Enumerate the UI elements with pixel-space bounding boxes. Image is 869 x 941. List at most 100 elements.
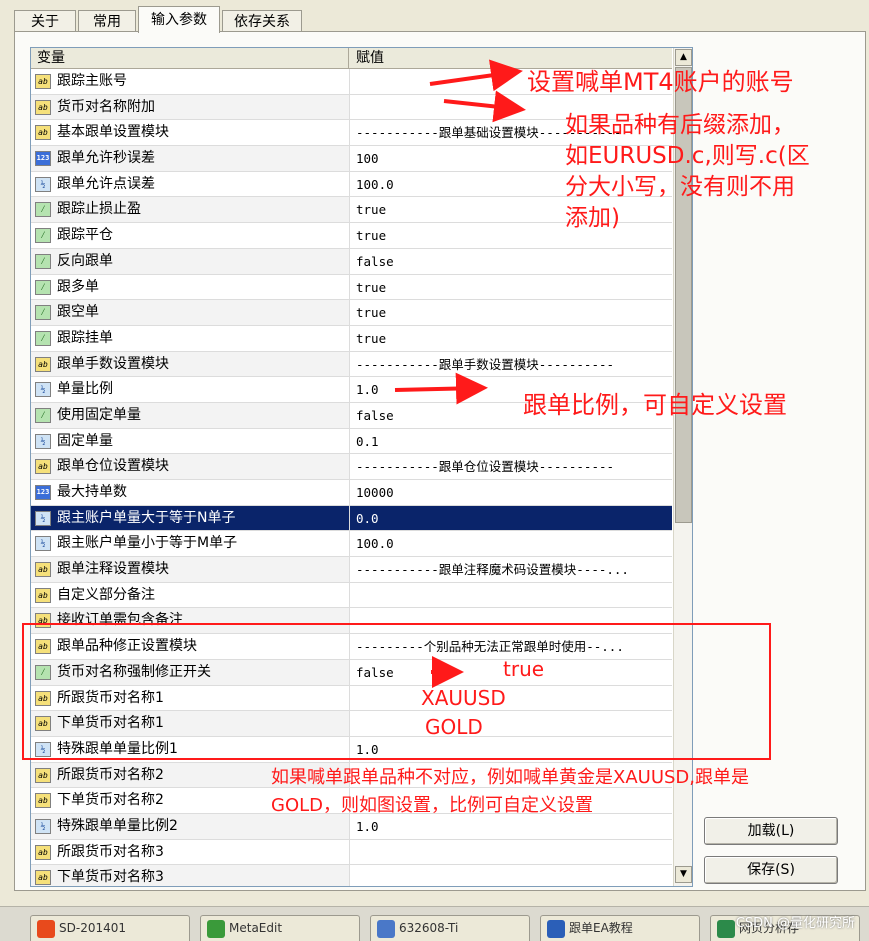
type-bool-icon: ⁄ [35, 330, 51, 346]
value-cell[interactable]: -----------跟单仓位设置模块---------- [356, 454, 668, 479]
variable-cell[interactable]: 123 最大持单数 [31, 480, 350, 505]
variable-cell[interactable]: ab 跟踪主账号 [31, 69, 350, 94]
variable-name: 跟单手数设置模块 [57, 355, 169, 372]
variable-name: 下单货币对名称3 [57, 869, 164, 886]
variable-cell[interactable]: ab 下单货币对名称3 [31, 865, 350, 886]
taskbar-item-2[interactable]: MetaEdit [200, 915, 360, 941]
tab-about[interactable]: 关于 [14, 10, 76, 32]
variable-cell[interactable]: ⁄ 反向跟单 [31, 248, 350, 274]
variable-name: 跟踪平仓 [57, 227, 113, 244]
value-cell[interactable]: 100.0 [356, 531, 668, 556]
type-dbl-icon: ½ [35, 176, 51, 192]
variable-cell[interactable]: ab 自定义部分备注 [31, 582, 350, 608]
type-ab-icon: ab [35, 74, 51, 89]
load-button[interactable]: 加载(L) [704, 817, 838, 845]
variable-cell[interactable]: ab 所跟货币对名称3 [31, 839, 350, 865]
value-cell[interactable]: 0.0 [356, 506, 668, 531]
type-ab-icon: ab [35, 125, 51, 141]
variable-name: 最大持单数 [57, 484, 127, 500]
type-dbl-icon: ½ [35, 818, 51, 834]
variable-cell[interactable]: ab 基本跟单设置模块 [31, 120, 350, 146]
value-cell[interactable]: true [356, 275, 668, 300]
type-bool-icon: ⁄ [35, 305, 51, 321]
variable-cell[interactable]: ⁄ 跟多单 [31, 274, 350, 300]
type-ab-icon: ab [35, 562, 51, 578]
type-ab-icon: ab [35, 793, 51, 809]
table-row[interactable]: ab 所跟货币对名称3 [31, 839, 672, 866]
variable-name: 固定单量 [57, 432, 113, 449]
table-row[interactable]: ab 自定义部分备注 [31, 582, 672, 609]
table-row[interactable]: ½ 跟主账户单量小于等于M单子 100.0 [31, 531, 672, 558]
variable-name: 使用固定单量 [57, 406, 141, 423]
variable-cell[interactable]: ⁄ 跟踪平仓 [31, 223, 350, 248]
variable-name: 所跟货币对名称2 [57, 766, 164, 783]
highlight-box [22, 623, 771, 760]
variable-cell[interactable]: ⁄ 使用固定单量 [31, 402, 350, 428]
table-row[interactable]: ½ 固定单量 0.1 [31, 428, 672, 455]
variable-cell[interactable]: ⁄ 跟踪挂单 [31, 325, 350, 351]
tab-inputs[interactable]: 输入参数 [138, 6, 220, 33]
variable-cell[interactable]: ½ 跟单允许点误差 [31, 171, 350, 197]
watermark: CSDN @量化研究所 [735, 916, 855, 931]
value-cell[interactable]: false [356, 249, 668, 274]
table-row[interactable]: 123 最大持单数 10000 [31, 480, 672, 506]
type-bool-icon: ⁄ [35, 253, 51, 269]
variable-name: 所跟货币对名称3 [57, 843, 164, 860]
type-ab-icon: ab [35, 356, 51, 372]
variable-cell[interactable]: ½ 固定单量 [31, 428, 350, 454]
value-cell[interactable]: true [356, 300, 668, 325]
variable-cell[interactable]: ab 货币对名称附加 [31, 94, 350, 120]
app-icon [717, 919, 735, 938]
variable-cell[interactable]: ab 跟单手数设置模块 [31, 351, 350, 377]
variable-name: 货币对名称附加 [57, 98, 155, 115]
tab-common[interactable]: 常用 [78, 10, 136, 32]
app-icon [37, 919, 55, 938]
column-header-variable[interactable]: 变量 [31, 48, 349, 68]
type-bool-icon: ⁄ [35, 228, 51, 244]
variable-cell[interactable]: ab 跟单注释设置模块 [31, 557, 350, 582]
variable-cell[interactable]: ab 跟单仓位设置模块 [31, 454, 350, 479]
type-ab-icon: ab [35, 767, 51, 783]
type-ab-icon: ab [35, 844, 51, 860]
table-row[interactable]: ab 跟单仓位设置模块 -----------跟单仓位设置模块---------- [31, 454, 672, 480]
taskbar-item-3[interactable]: 632608-Ti [370, 915, 530, 941]
type-ab-icon: ab [35, 459, 51, 475]
variable-name: 跟主账户单量大于等于N单子 [57, 509, 236, 526]
table-row[interactable]: ⁄ 跟多单 true [31, 274, 672, 301]
variable-cell[interactable]: ½ 跟主账户单量大于等于N单子 [31, 505, 350, 531]
value-cell[interactable]: 0.1 [356, 429, 668, 454]
variable-cell[interactable]: ½ 单量比例 [31, 377, 350, 402]
type-bool-icon: ⁄ [35, 202, 51, 218]
scroll-down-arrow-icon[interactable]: ▼ [675, 866, 692, 883]
variable-name: 下单货币对名称2 [57, 792, 164, 809]
word-icon [547, 919, 565, 938]
variable-cell[interactable]: ½ 跟主账户单量小于等于M单子 [31, 531, 350, 557]
variable-cell[interactable]: ⁄ 跟空单 [31, 300, 350, 325]
variable-name: 跟单仓位设置模块 [57, 458, 169, 475]
variable-name: 跟单允许点误差 [57, 175, 155, 192]
variable-cell[interactable]: 123 跟单允许秒误差 [31, 146, 350, 171]
taskbar-item-1[interactable]: SD-201401 [30, 915, 190, 941]
taskbar-item-4[interactable]: 跟单EA教程 [540, 915, 700, 941]
variable-cell[interactable]: ⁄ 跟踪止损止盈 [31, 197, 350, 223]
type-ab-icon: ab [35, 99, 51, 115]
value-cell[interactable]: -----------跟单手数设置模块---------- [356, 352, 668, 377]
tab-dependencies[interactable]: 依存关系 [222, 10, 302, 32]
save-button[interactable]: 保存(S) [704, 856, 838, 884]
variable-name: 跟空单 [57, 304, 99, 321]
type-dbl-icon: ½ [35, 433, 51, 449]
value-cell[interactable]: 10000 [356, 480, 668, 505]
table-row[interactable]: ⁄ 反向跟单 false [31, 248, 672, 275]
variable-name: 特殊跟单单量比例2 [57, 817, 178, 834]
table-row[interactable]: ab 跟单手数设置模块 -----------跟单手数设置模块---------- [31, 351, 672, 378]
annotation-account: 设置喊单MT4账户的账号 [527, 68, 794, 96]
variable-name: 跟单注释设置模块 [57, 561, 169, 578]
type-ab-icon: ab [35, 870, 51, 886]
table-row[interactable]: ½ 跟主账户单量大于等于N单子 0.0 [31, 505, 672, 532]
table-row[interactable]: ab 下单货币对名称3 [31, 865, 672, 886]
table-row[interactable]: ⁄ 跟空单 true [31, 300, 672, 326]
value-cell[interactable]: -----------跟单注释魔术码设置模块----... [356, 557, 668, 582]
table-row[interactable]: ⁄ 跟踪挂单 true [31, 325, 672, 352]
value-cell[interactable]: true [356, 326, 668, 351]
table-row[interactable]: ab 跟单注释设置模块 -----------跟单注释魔术码设置模块----... [31, 557, 672, 583]
